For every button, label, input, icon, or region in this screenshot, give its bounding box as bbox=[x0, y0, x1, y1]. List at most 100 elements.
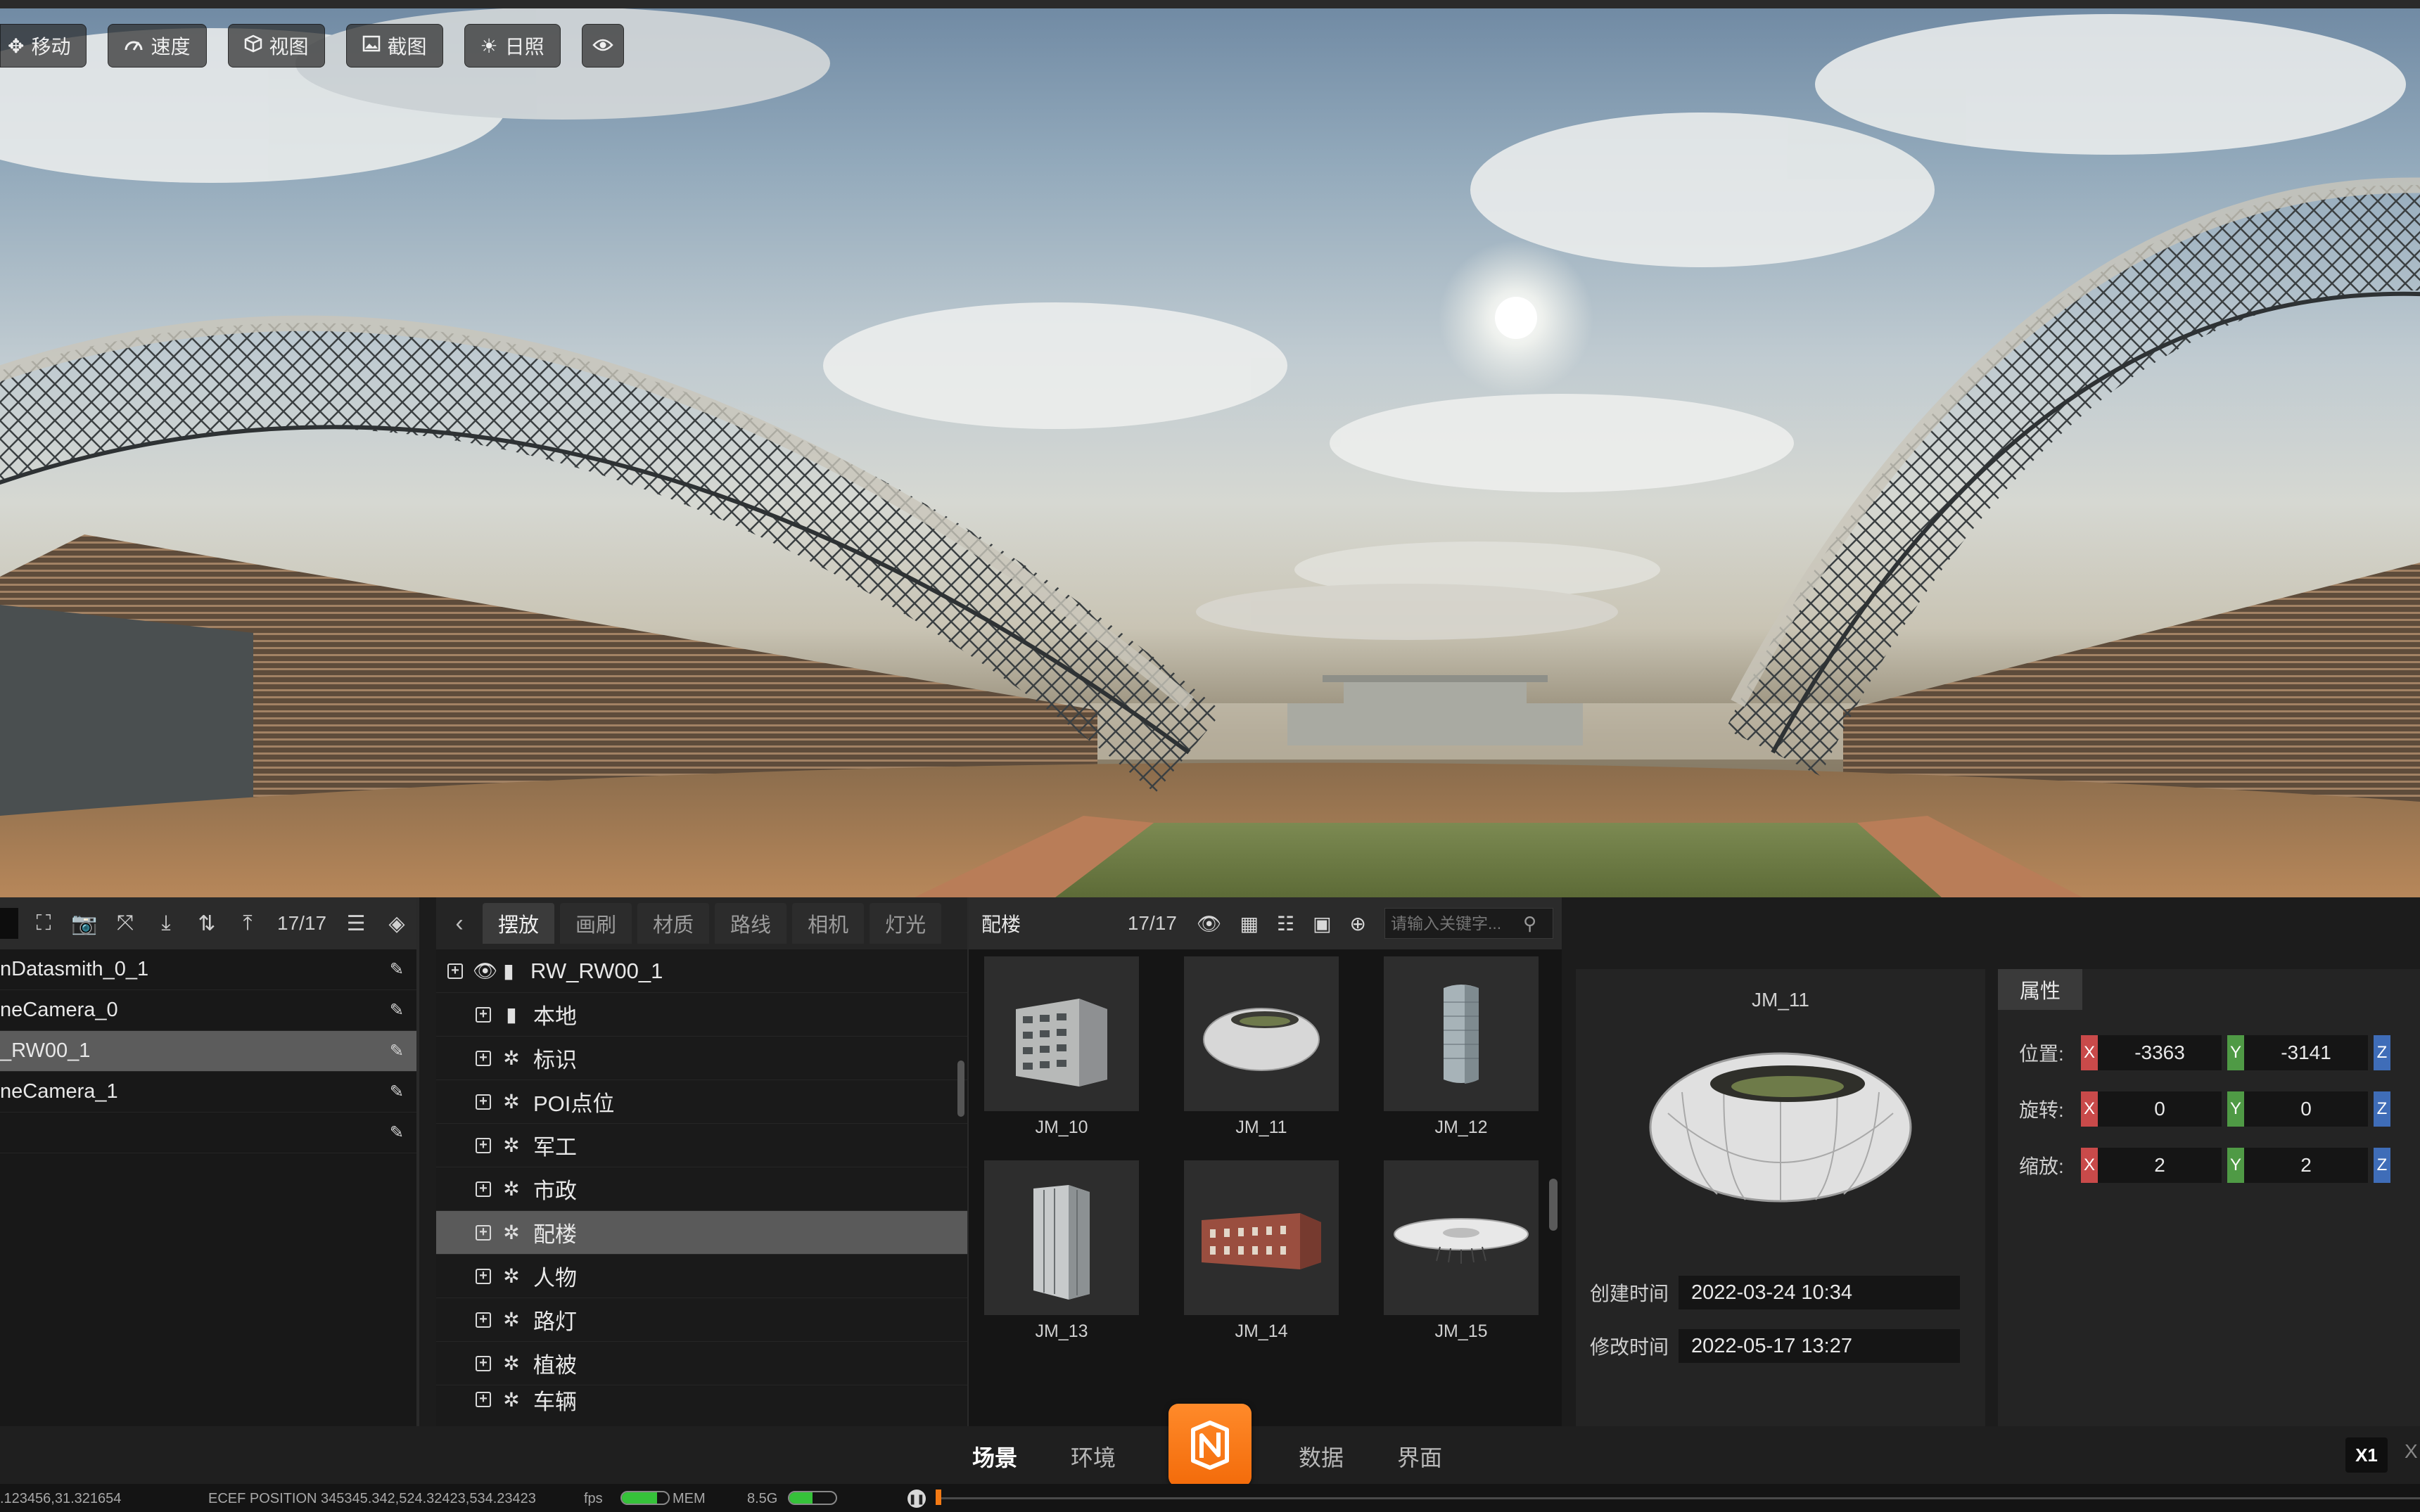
grid-view-icon[interactable]: ▦ bbox=[1240, 912, 1258, 935]
tree-root[interactable]: + 👁 ▮ RW_RW00_1 bbox=[436, 949, 967, 993]
rotation-x-input[interactable]: 0 bbox=[2098, 1091, 2222, 1127]
asset-preview-panel: JM_11 创建时间 2022-03-24 10:34 修改时间 2022-05… bbox=[1576, 969, 1985, 1426]
scale-y-input[interactable]: 2 bbox=[2244, 1148, 2368, 1183]
tree-item[interactable]: + ✲ 植被 bbox=[436, 1342, 967, 1385]
rotation-y-input[interactable]: 0 bbox=[2244, 1091, 2368, 1127]
expand-icon[interactable]: + bbox=[476, 1181, 491, 1197]
camera-icon[interactable]: 📷 bbox=[69, 908, 100, 939]
move-up-icon[interactable]: ⤒ bbox=[232, 908, 263, 939]
nav-environment[interactable]: 环境 bbox=[1071, 1440, 1116, 1473]
view-button[interactable]: 视图 bbox=[227, 24, 325, 68]
visibility-button[interactable] bbox=[581, 24, 624, 68]
expand-icon[interactable]: + bbox=[476, 1006, 491, 1023]
asset-category-title: 配楼 bbox=[981, 914, 1021, 935]
scale-x-input[interactable]: 2 bbox=[2098, 1148, 2222, 1183]
tree-item[interactable]: + ✲ 路灯 bbox=[436, 1298, 967, 1342]
nav-data[interactable]: 数据 bbox=[1299, 1440, 1344, 1473]
expand-icon[interactable]: + bbox=[476, 1312, 491, 1328]
expand-icon[interactable]: + bbox=[476, 1268, 491, 1284]
edit-pencil-icon[interactable]: ✎ bbox=[390, 959, 404, 980]
chevron-left-icon[interactable]: ‹ bbox=[442, 910, 477, 937]
expand-icon[interactable]: + bbox=[476, 1355, 491, 1371]
asset-item[interactable]: JM_13 bbox=[984, 1160, 1139, 1347]
asset-item[interactable]: JM_11 bbox=[1184, 956, 1339, 1143]
expand-icon[interactable]: + bbox=[476, 1094, 491, 1110]
move-down-icon[interactable]: ⤓ bbox=[151, 908, 182, 939]
eye-icon[interactable]: 👁 bbox=[473, 959, 498, 982]
stadium-scene-render bbox=[0, 7, 2420, 897]
list-view-icon[interactable]: ☷ bbox=[1277, 912, 1294, 935]
layers-icon[interactable]: ◈ bbox=[381, 908, 412, 939]
expand-icon[interactable]: + bbox=[476, 1137, 491, 1153]
expand-icon[interactable]: + bbox=[447, 963, 463, 979]
nav-interface[interactable]: 界面 bbox=[1397, 1440, 1442, 1473]
tree-item[interactable]: + ✲ POI点位 bbox=[436, 1080, 967, 1124]
timeline-track[interactable] bbox=[936, 1497, 2420, 1499]
playback-speed-button[interactable]: X1 bbox=[2345, 1437, 2388, 1473]
frame-icon[interactable]: ▣ bbox=[1313, 912, 1331, 935]
outline-item-selected[interactable]: _RW00_1 ✎ bbox=[0, 1031, 416, 1072]
speed-button[interactable]: 速度 bbox=[108, 24, 207, 68]
asset-scrollbar[interactable] bbox=[1549, 1179, 1558, 1231]
tree-item[interactable]: + ✲ 人物 bbox=[436, 1255, 967, 1298]
screenshot-button[interactable]: 截图 bbox=[345, 24, 443, 68]
close-button[interactable]: X bbox=[2405, 1440, 2418, 1463]
axis-z-badge: Z bbox=[2374, 1148, 2390, 1183]
building-icon: ▮ bbox=[506, 1004, 517, 1025]
fit-view-icon[interactable]: ⛶ bbox=[28, 908, 59, 939]
eye-icon bbox=[592, 34, 613, 57]
tree-item-selected[interactable]: + ✲ 配楼 bbox=[436, 1211, 967, 1255]
outline-item[interactable]: neCamera_1 ✎ bbox=[0, 1072, 416, 1113]
edit-pencil-icon[interactable]: ✎ bbox=[390, 1082, 404, 1102]
tab-properties[interactable]: 属性 bbox=[1998, 969, 2082, 1010]
tab-camera[interactable]: 相机 bbox=[792, 903, 865, 944]
edit-pencil-icon[interactable]: ✎ bbox=[390, 1041, 404, 1061]
move-button[interactable]: ✥ 移动 bbox=[0, 24, 87, 68]
edit-pencil-icon[interactable]: ✎ bbox=[390, 1000, 404, 1020]
collapse-icon[interactable]: ⤧ bbox=[110, 908, 141, 939]
tab-place[interactable]: 摆放 bbox=[483, 903, 555, 944]
expand-icon[interactable]: + bbox=[476, 1392, 491, 1407]
search-icon[interactable]: ⚲ bbox=[1523, 913, 1536, 935]
outline-item[interactable]: nDatasmith_0_1 ✎ bbox=[0, 949, 416, 990]
tree-item[interactable]: + ✲ 军工 bbox=[436, 1124, 967, 1167]
tool-tabs: ‹ 摆放 画刷 材质 路线 相机 灯光 bbox=[436, 897, 967, 949]
nav-scene[interactable]: 场景 bbox=[972, 1440, 1017, 1473]
outline-item[interactable]: ✎ bbox=[0, 1113, 416, 1153]
tab-light[interactable]: 灯光 bbox=[870, 903, 942, 944]
pause-icon[interactable]: ❚❚ bbox=[908, 1489, 926, 1508]
tree-item[interactable]: + ✲ 市政 bbox=[436, 1167, 967, 1211]
eye-icon[interactable]: 👁 bbox=[1197, 912, 1222, 935]
add-icon[interactable]: ⊕ bbox=[1350, 912, 1366, 935]
tab-route[interactable]: 路线 bbox=[715, 903, 787, 944]
expand-icon[interactable]: + bbox=[476, 1224, 491, 1241]
asset-search-input[interactable] bbox=[1391, 914, 1523, 933]
asset-item[interactable]: JM_12 bbox=[1384, 956, 1539, 1143]
tree-item[interactable]: + ▮ 本地 bbox=[436, 993, 967, 1037]
3d-viewport[interactable]: ✥ 移动 速度 视图 截图 ☀ 日照 bbox=[0, 0, 2420, 897]
sunlight-button[interactable]: ☀ 日照 bbox=[464, 24, 561, 68]
position-y-input[interactable]: -3141 bbox=[2244, 1035, 2368, 1070]
aperture-icon: ✲ bbox=[503, 1047, 520, 1069]
list-icon[interactable]: ☰ bbox=[340, 908, 371, 939]
tree-scrollbar[interactable] bbox=[957, 1061, 964, 1117]
expand-icon[interactable]: + bbox=[476, 1050, 491, 1066]
logo-icon bbox=[1191, 1421, 1229, 1470]
tree-item[interactable]: + ✲ 标识 bbox=[436, 1037, 967, 1080]
tree-item[interactable]: + ✲ 车辆 bbox=[436, 1385, 967, 1414]
asset-search-field[interactable]: ⚲ bbox=[1384, 908, 1553, 939]
asset-thumbnail bbox=[1184, 956, 1339, 1111]
sort-icon[interactable]: ⇅ bbox=[191, 908, 222, 939]
tab-material[interactable]: 材质 bbox=[637, 903, 710, 944]
outline-toolbar: ⛶ 📷 ⤧ ⤓ ⇅ ⤒ 17/17 ☰ ◈ bbox=[0, 897, 416, 949]
asset-item[interactable]: JM_14 bbox=[1184, 1160, 1339, 1347]
tab-brush[interactable]: 画刷 bbox=[560, 903, 632, 944]
timeline-handle[interactable] bbox=[936, 1489, 941, 1505]
app-logo[interactable] bbox=[1168, 1404, 1252, 1487]
asset-item[interactable]: JM_15 bbox=[1384, 1160, 1539, 1347]
tower-model bbox=[1444, 985, 1479, 1084]
edit-pencil-icon[interactable]: ✎ bbox=[390, 1122, 404, 1143]
outline-item[interactable]: neCamera_0 ✎ bbox=[0, 990, 416, 1031]
position-x-input[interactable]: -3363 bbox=[2098, 1035, 2222, 1070]
asset-item[interactable]: JM_10 bbox=[984, 956, 1139, 1143]
